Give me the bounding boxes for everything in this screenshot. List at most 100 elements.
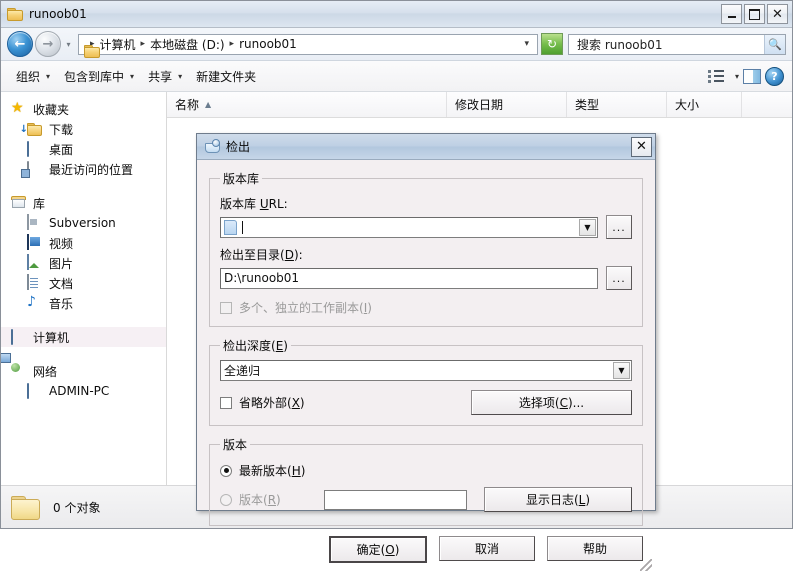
breadcrumb-item-computer[interactable]: 计算机 — [98, 36, 138, 53]
chevron-down-icon: ▾ — [178, 71, 183, 81]
sidebar-item-desktop[interactable]: 桌面 — [1, 139, 166, 159]
text-caret — [242, 220, 243, 234]
breadcrumb-item-runoob01[interactable]: runoob01 — [237, 37, 299, 51]
sidebar-divider-3 — [1, 347, 166, 361]
library-icon — [11, 195, 27, 211]
repository-url-combo[interactable]: ▼ — [220, 216, 598, 238]
back-button[interactable]: ← — [7, 31, 33, 57]
column-header-name[interactable]: 名称 ▲ — [167, 92, 447, 117]
revision-number-input[interactable] — [323, 489, 467, 510]
show-log-label-key: L — [578, 492, 586, 507]
sidebar-label-videos: 视频 — [49, 236, 74, 251]
folder-download-icon: ↓ — [19, 124, 28, 135]
revision-number-row: 版本(R) 显示日志(L) — [220, 487, 632, 512]
search-box[interactable]: 🔍 — [568, 33, 786, 55]
revision-number-radio-group[interactable]: 版本(R) — [220, 491, 281, 508]
new-folder-button[interactable]: 新建文件夹 — [189, 65, 263, 88]
column-label-type: 类型 — [575, 98, 600, 112]
multiple-working-copies-label: 多个、独立的工作副本(I) — [239, 299, 372, 316]
minimize-button[interactable] — [721, 4, 742, 24]
sidebar-item-downloads[interactable]: ↓ 下载 — [1, 119, 166, 139]
search-icon[interactable]: 🔍 — [764, 34, 785, 54]
breadcrumb-dropdown-icon[interactable]: ▾ — [521, 39, 535, 49]
sidebar-group-computer[interactable]: 计算机 — [1, 327, 166, 347]
folder-icon — [7, 7, 23, 21]
sidebar-item-documents[interactable]: 文档 — [1, 273, 166, 293]
omit-externals-label-pre: 省略外部( — [239, 396, 292, 410]
checkout-depth-combo[interactable]: 全递归 ▼ — [220, 360, 632, 381]
breadcrumb-separator-1[interactable]: ▸ — [138, 39, 149, 49]
ok-label-pre: 确定( — [356, 543, 386, 557]
dialog-footer: 确定(O) 取消 帮助 — [197, 536, 655, 573]
repository-url-browse-button[interactable]: ... — [606, 215, 632, 239]
organize-button[interactable]: 组织 ▾ — [9, 65, 57, 88]
chevron-down-icon[interactable]: ▼ — [579, 218, 596, 236]
refresh-button[interactable]: ↻ — [541, 33, 563, 55]
breadcrumb-separator-2[interactable]: ▸ — [227, 39, 238, 49]
help-icon[interactable]: ? — [765, 66, 784, 86]
window-title: runoob01 — [29, 7, 87, 21]
column-header-type[interactable]: 类型 — [567, 92, 667, 117]
column-label-date-modified: 修改日期 — [455, 98, 504, 112]
resize-grip[interactable] — [640, 559, 652, 571]
revision-head-row[interactable]: 最新版本(H) — [220, 462, 632, 479]
column-label-size: 大小 — [675, 98, 700, 112]
view-chevron-down-icon[interactable]: ▾ — [735, 72, 739, 81]
checkout-depth-legend: 检出深度(E) — [220, 337, 291, 354]
checkout-depth-row: 全递归 ▼ — [220, 360, 632, 381]
forward-button[interactable]: → — [35, 31, 61, 57]
documents-icon — [27, 274, 43, 291]
close-button[interactable]: ✕ — [767, 4, 788, 24]
computer-icon — [27, 383, 43, 399]
breadcrumb-item-local-disk[interactable]: 本地磁盘 (D:) — [148, 36, 226, 53]
checkout-directory-input[interactable]: D:\runoob01 — [220, 267, 598, 289]
search-input[interactable] — [575, 36, 764, 52]
revision-group-legend: 版本 — [223, 438, 248, 452]
revision-head-label-pre: 最新版本( — [239, 464, 292, 478]
sidebar-label-admin-pc: ADMIN-PC — [49, 384, 110, 398]
ok-button[interactable]: 确定(O) — [329, 536, 427, 563]
status-item-count: 0 个对象 — [53, 500, 101, 515]
sidebar-item-recent-places[interactable]: 最近访问的位置 — [1, 159, 166, 179]
cancel-button[interactable]: 取消 — [439, 536, 535, 561]
column-header-size[interactable]: 大小 — [667, 92, 742, 117]
revision-number-label-key: R — [267, 493, 277, 507]
maximize-button[interactable] — [744, 4, 765, 24]
sidebar-group-network[interactable]: 网络 — [1, 361, 166, 381]
include-in-library-button[interactable]: 包含到库中 ▾ — [57, 65, 141, 88]
omit-externals-checkbox-group[interactable]: 省略外部(X) — [220, 394, 305, 411]
change-view-icon[interactable] — [707, 68, 725, 84]
sidebar-group-favorites[interactable]: ★ 收藏夹 — [1, 99, 166, 119]
navigation-pane: ★ 收藏夹 ↓ 下载 桌面 最近访问的位置 库 Subversion 视频 图片… — [1, 92, 167, 485]
omit-externals-row: 省略外部(X) 选择项(C)... — [220, 390, 632, 415]
sidebar-item-videos[interactable]: 视频 — [1, 233, 166, 253]
revision-head-radio — [220, 464, 232, 477]
help-button[interactable]: 帮助 — [547, 536, 643, 561]
sidebar-item-music[interactable]: ♪ 音乐 — [1, 293, 166, 313]
column-label-name: 名称 — [175, 98, 200, 112]
revision-head-label-post: ) — [300, 464, 306, 478]
recent-pages-dropdown[interactable]: ▾ — [62, 33, 75, 55]
preview-pane-icon[interactable] — [743, 68, 761, 84]
column-header-spacer — [742, 92, 792, 117]
revision-number-radio — [220, 493, 232, 506]
column-header-date-modified[interactable]: 修改日期 — [447, 92, 567, 117]
chevron-down-icon[interactable]: ▼ — [613, 362, 630, 379]
sidebar-group-libraries[interactable]: 库 — [1, 193, 166, 213]
choose-items-button[interactable]: 选择项(C)... — [471, 390, 632, 415]
breadcrumb[interactable]: ▸ 计算机 ▸ 本地磁盘 (D:) ▸ runoob01 ▾ — [78, 33, 538, 55]
share-button[interactable]: 共享 ▾ — [141, 65, 189, 88]
multiple-working-copies-label-post: ) — [367, 301, 372, 315]
multiple-working-copies-row[interactable]: 多个、独立的工作副本(I) — [220, 299, 632, 316]
dialog-close-button[interactable]: ✕ — [631, 136, 652, 157]
choose-items-label-key: C — [559, 395, 568, 410]
sidebar-item-admin-pc[interactable]: ADMIN-PC — [1, 381, 166, 401]
show-log-button[interactable]: 显示日志(L) — [484, 487, 632, 512]
recent-places-icon — [27, 161, 43, 177]
forward-arrow-icon: → — [42, 36, 54, 52]
sidebar-label-subversion: Subversion — [49, 216, 116, 230]
sidebar-item-pictures[interactable]: 图片 — [1, 253, 166, 273]
checkout-directory-browse-button[interactable]: ... — [606, 266, 632, 290]
sidebar-item-subversion[interactable]: Subversion — [1, 213, 166, 233]
revision-number-label: 版本(R) — [239, 491, 281, 508]
